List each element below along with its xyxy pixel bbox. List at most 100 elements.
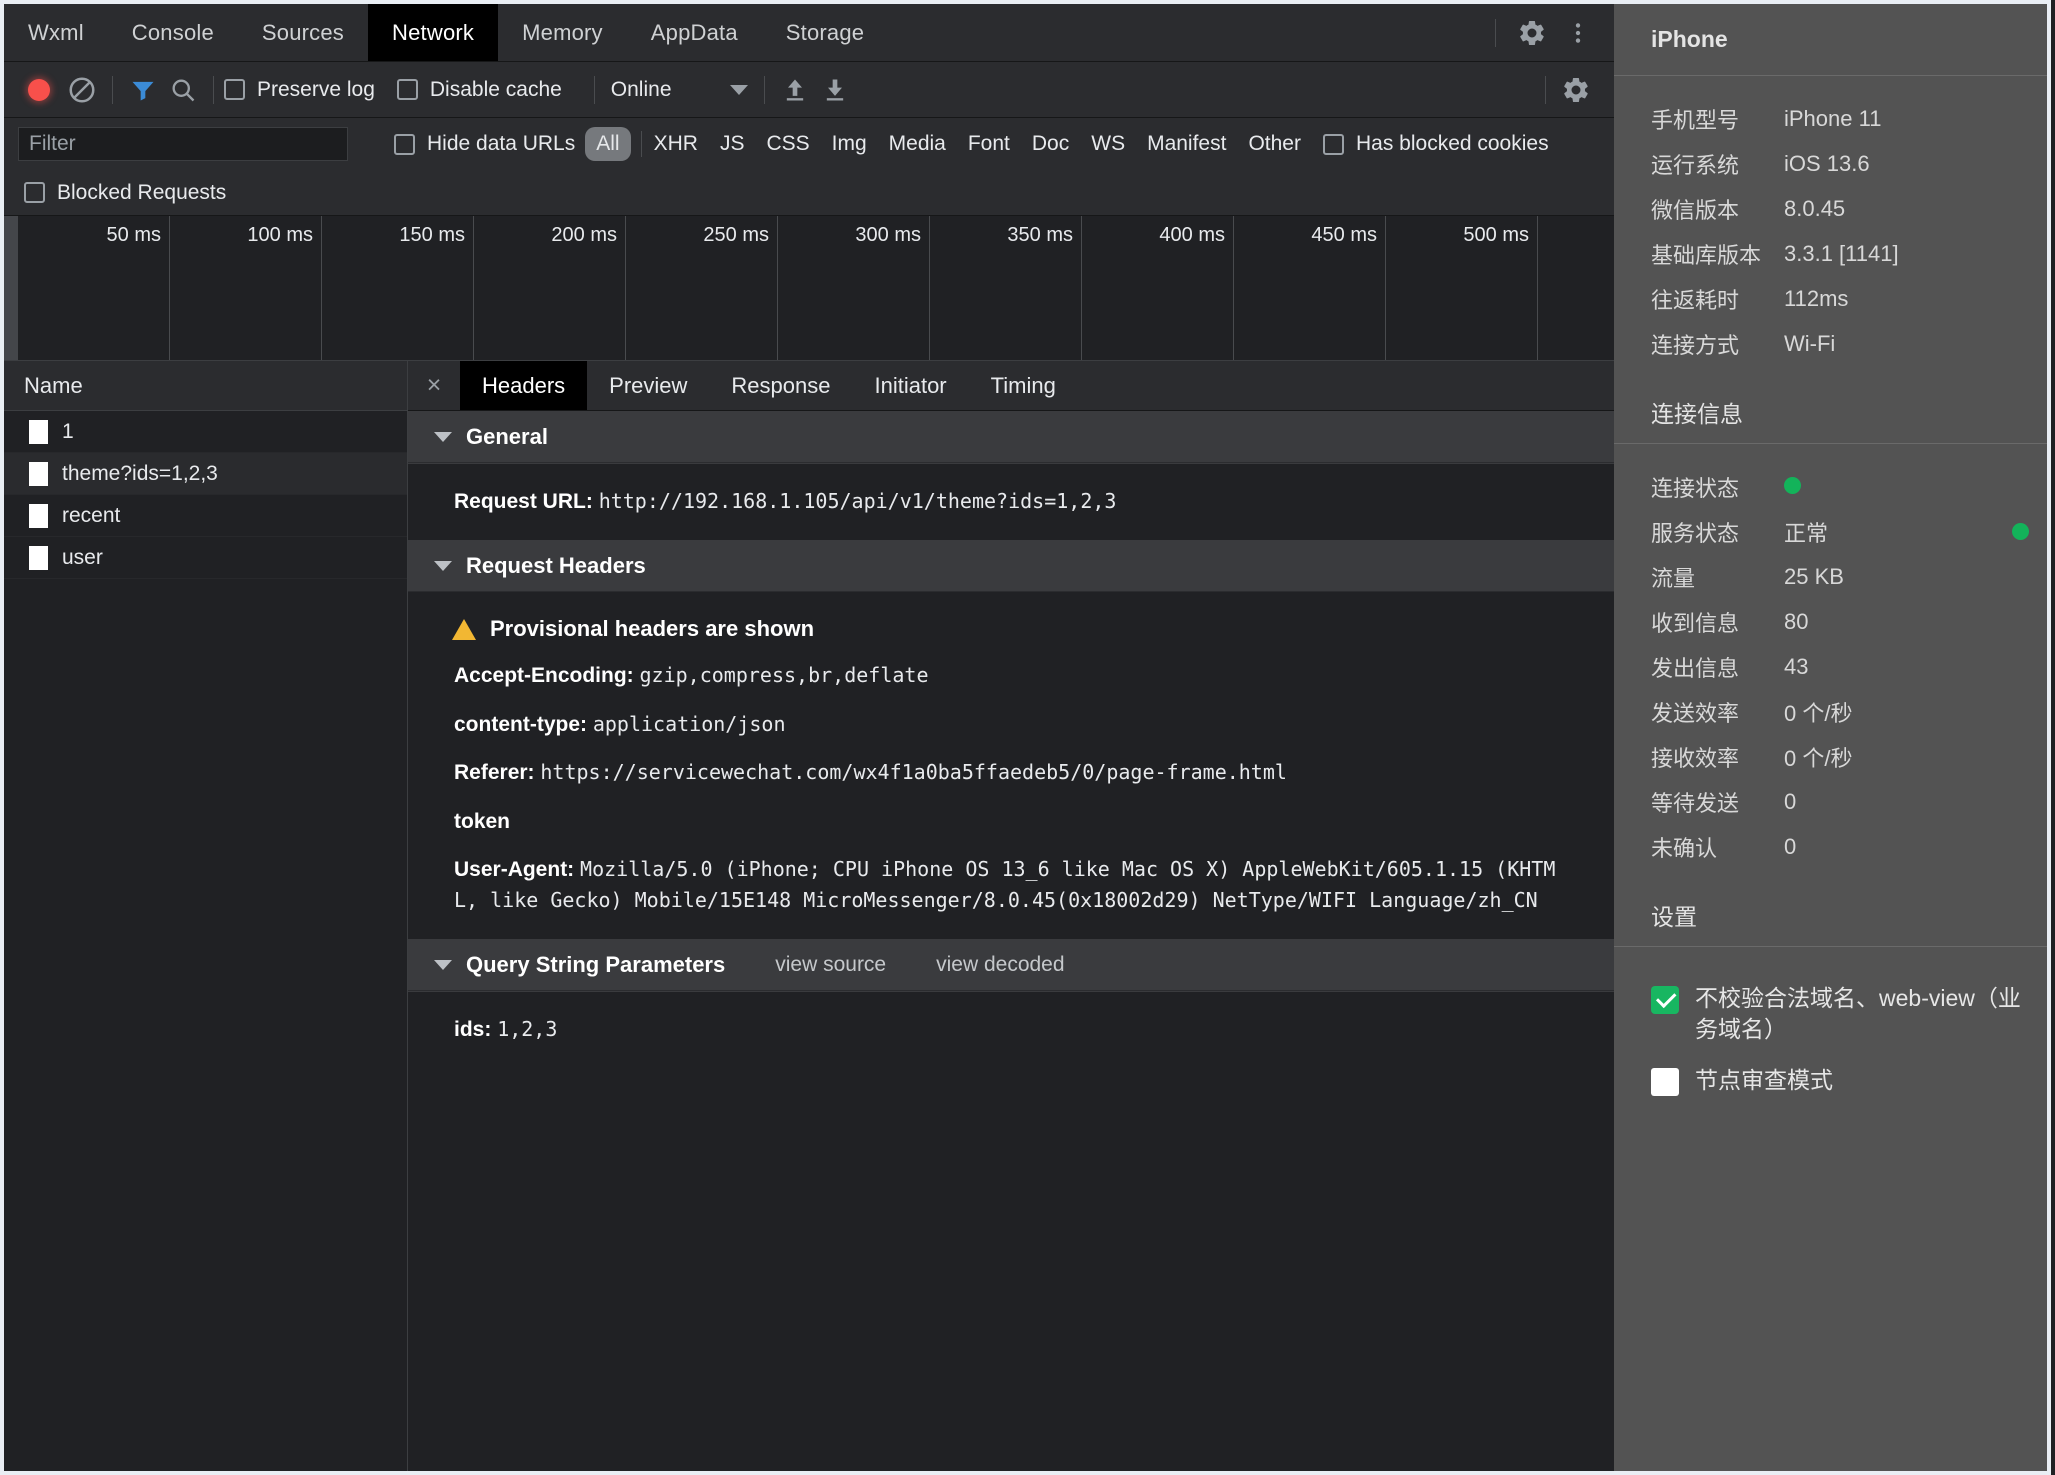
close-icon[interactable]: × (408, 361, 460, 410)
document-icon (29, 419, 48, 444)
tab-timing[interactable]: Timing (969, 361, 1078, 410)
view-source-link[interactable]: view source (775, 953, 886, 977)
request-name: theme?ids=1,2,3 (62, 461, 218, 485)
checkbox-checked-icon[interactable] (1651, 986, 1679, 1014)
export-har-icon[interactable] (815, 70, 855, 110)
disable-cache-label: Disable cache (429, 77, 562, 101)
request-list-header[interactable]: Name (4, 361, 407, 411)
tick-label: 350 ms (1007, 224, 1073, 246)
connection-row-unconfirmed: 未确认 0 (1614, 824, 2047, 869)
info-label: 未确认 (1651, 835, 1718, 861)
request-name: user (62, 545, 103, 569)
throttling-select[interactable]: Online (611, 78, 748, 102)
tab-network[interactable]: Network (368, 4, 499, 61)
info-label: 服务状态 (1651, 520, 1740, 546)
filter-input[interactable]: Filter (18, 127, 348, 161)
device-info-row-wechat-version: 微信版本 8.0.45 (1614, 186, 2047, 231)
filter-type-js[interactable]: JS (720, 132, 745, 156)
network-overview-timeline[interactable]: 50 ms 100 ms 150 ms 200 ms 250 ms 300 ms… (4, 216, 1614, 361)
request-row-theme[interactable]: theme?ids=1,2,3 (4, 453, 407, 495)
header-value: gzip,compress,br,deflate (639, 663, 929, 688)
section-request-headers-header[interactable]: Request Headers (408, 540, 1614, 593)
detail-tabstrip: × Headers Preview Response Initiator Tim… (408, 361, 1614, 411)
clear-icon[interactable] (62, 70, 102, 110)
tab-response[interactable]: Response (709, 361, 852, 410)
request-row-recent[interactable]: recent (4, 495, 407, 537)
tab-label: Headers (482, 372, 566, 398)
divider (593, 75, 595, 104)
info-label: 发出信息 (1651, 655, 1740, 681)
device-info-panel: iPhone 手机型号 iPhone 11 运行系统 iOS 13.6 微信版本… (1614, 0, 2051, 1475)
provisional-headers-warning: Provisional headers are shown (408, 606, 1614, 652)
devtools-panel: Wxml Console Sources Network Memory AppD… (0, 0, 1614, 1475)
filter-type-manifest[interactable]: Manifest (1147, 132, 1226, 156)
filter-type-font[interactable]: Font (968, 132, 1010, 156)
filter-type-all[interactable]: All (585, 127, 631, 161)
tab-headers[interactable]: Headers (460, 361, 588, 410)
filter-type-css[interactable]: CSS (766, 132, 809, 156)
filter-type-xhr[interactable]: XHR (654, 132, 698, 156)
tick-label: 100 ms (247, 224, 313, 246)
search-icon[interactable] (163, 70, 203, 110)
blocked-requests-checkbox[interactable]: Blocked Requests (24, 181, 226, 205)
setting-row-skip-domain-check[interactable]: 不校验合法域名、web-view（业务域名） (1614, 973, 2047, 1055)
view-decoded-link[interactable]: view decoded (936, 953, 1064, 977)
tab-memory[interactable]: Memory (498, 4, 627, 61)
devtools-window: Wxml Console Sources Network Memory AppD… (0, 0, 2055, 1475)
has-blocked-cookies-checkbox[interactable]: Has blocked cookies (1322, 132, 1549, 156)
overview-scrollbar[interactable] (4, 216, 18, 360)
tick-label: 250 ms (703, 224, 769, 246)
record-button-icon[interactable] (28, 78, 50, 101)
setting-row-node-inspect-mode[interactable]: 节点审查模式 (1614, 1055, 2047, 1106)
import-har-icon[interactable] (775, 70, 815, 110)
tab-preview[interactable]: Preview (587, 361, 709, 410)
filter-type-doc[interactable]: Doc (1032, 132, 1069, 156)
connection-title-text: 连接信息 (1651, 400, 1743, 427)
divider (1545, 75, 1546, 104)
preserve-log-checkbox[interactable]: Preserve log (224, 78, 375, 102)
header-key: User-Agent: (454, 858, 575, 882)
filter-type-other[interactable]: Other (1248, 132, 1301, 156)
filter-icon[interactable] (123, 70, 163, 110)
info-label: 收到信息 (1651, 610, 1740, 636)
gear-icon[interactable] (1512, 13, 1552, 53)
overview-grid: 50 ms 100 ms 150 ms 200 ms 250 ms 300 ms… (18, 216, 1614, 360)
section-request-headers-body: Provisional headers are shown Accept-Enc… (408, 592, 1614, 939)
close-glyph: × (426, 371, 442, 399)
connection-row-received: 收到信息 80 (1614, 599, 2047, 644)
tab-storage[interactable]: Storage (762, 4, 888, 61)
tab-initiator[interactable]: Initiator (852, 361, 968, 410)
hide-data-urls-checkbox[interactable]: Hide data URLs (394, 132, 575, 156)
tab-sources[interactable]: Sources (238, 4, 368, 61)
tab-label: Response (731, 372, 831, 398)
header-value: Mozilla/5.0 (iPhone; CPU iPhone OS 13_6 … (454, 857, 1556, 912)
filter-type-media[interactable]: Media (889, 132, 946, 156)
info-value: 25 KB (1784, 563, 1844, 589)
section-query-string-header[interactable]: Query String Parameters view source view… (408, 939, 1614, 992)
tab-console[interactable]: Console (108, 4, 238, 61)
timeline-tick: 450 ms (1234, 216, 1386, 360)
request-row-user[interactable]: user (4, 537, 407, 579)
request-row-1[interactable]: 1 (4, 411, 407, 453)
timeline-tick: 400 ms (1082, 216, 1234, 360)
warning-triangle-icon (452, 618, 476, 640)
filter-type-img[interactable]: Img (832, 132, 867, 156)
service-status-dot-icon (2012, 523, 2029, 540)
timeline-tick: 200 ms (474, 216, 626, 360)
tab-wxml[interactable]: Wxml (4, 4, 108, 61)
section-title: Request Headers (466, 552, 646, 578)
disable-cache-checkbox[interactable]: Disable cache (396, 77, 562, 102)
more-vertical-icon[interactable] (1558, 13, 1598, 53)
info-value: 0 个/秒 (1784, 700, 1853, 726)
tick-label: 400 ms (1159, 224, 1225, 246)
request-url-value[interactable]: http://192.168.1.105/api/v1/theme?ids=1,… (599, 489, 1117, 513)
checkbox-box (1322, 133, 1344, 155)
filter-type-ws[interactable]: WS (1091, 132, 1125, 156)
section-general-header[interactable]: General (408, 411, 1614, 463)
info-label: 等待发送 (1651, 790, 1740, 816)
tab-appdata[interactable]: AppData (627, 4, 762, 61)
checkbox-unchecked-icon[interactable] (1651, 1068, 1679, 1097)
tab-label: AppData (650, 19, 738, 45)
network-settings-gear-icon[interactable] (1556, 70, 1596, 110)
info-label: 连接状态 (1651, 475, 1740, 501)
